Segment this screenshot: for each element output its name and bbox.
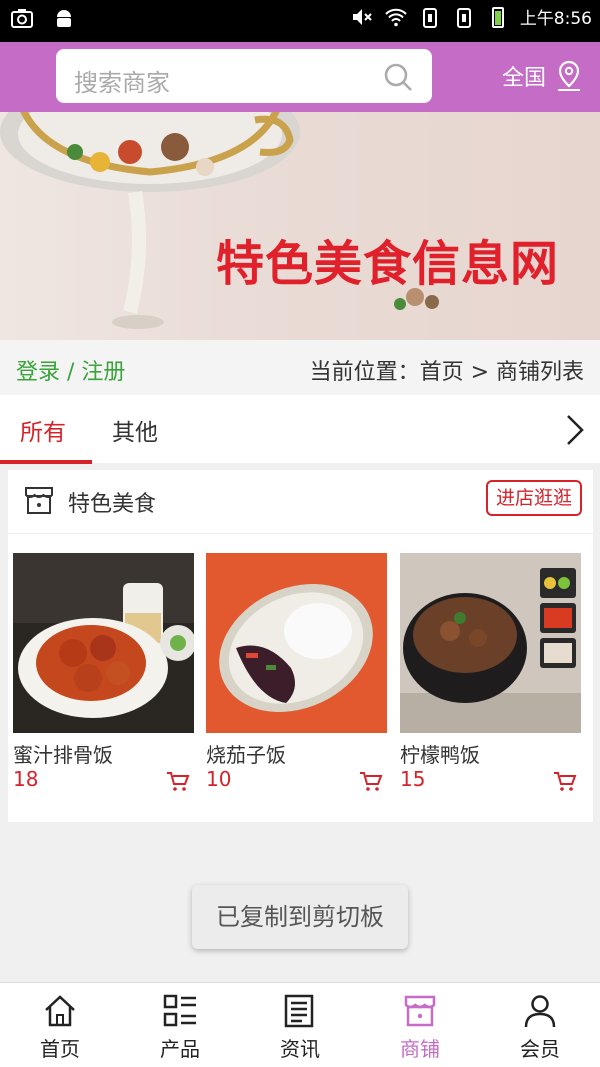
status-time: 上午8:56 bbox=[519, 9, 592, 29]
user-icon bbox=[524, 995, 556, 1028]
battery-icon bbox=[491, 6, 504, 28]
nav-label: 产品 bbox=[160, 1037, 200, 1061]
mute-icon bbox=[352, 8, 372, 25]
header: 搜索商家 全国 bbox=[0, 42, 600, 112]
search-input[interactable]: 搜索商家 bbox=[56, 49, 432, 103]
banner[interactable]: 特色美食信息网 bbox=[0, 112, 600, 340]
visit-shop-button[interactable]: 进店逛逛 bbox=[486, 480, 582, 516]
shop-name: 特色美食 bbox=[68, 492, 157, 517]
location-pin-icon bbox=[558, 60, 580, 91]
nav-products[interactable]: 产品 bbox=[120, 983, 240, 1067]
nav-member[interactable]: 会员 bbox=[480, 983, 600, 1067]
product-card[interactable]: 烧茄子饭 10 bbox=[206, 553, 387, 791]
cart-icon[interactable] bbox=[166, 769, 190, 793]
store-icon bbox=[25, 487, 53, 514]
product-card[interactable]: 蜜汁排骨饭 18 bbox=[13, 553, 194, 791]
shop-header: 特色美食 进店逛逛 bbox=[8, 470, 593, 534]
nav-home[interactable]: 首页 bbox=[0, 983, 120, 1067]
product-image[interactable] bbox=[13, 553, 194, 733]
product-name: 蜜汁排骨饭 bbox=[13, 743, 113, 767]
shop-card: 特色美食 进店逛逛 蜜汁排骨饭 18 烧茄子饭 10 柠檬鸭饭 15 bbox=[8, 470, 593, 822]
status-bar: 上午8:56 bbox=[0, 0, 600, 42]
nav-label: 商铺 bbox=[400, 1037, 440, 1061]
banner-title: 特色美食信息网 bbox=[216, 236, 560, 292]
search-icon[interactable] bbox=[382, 61, 414, 93]
active-tab-indicator bbox=[0, 460, 92, 464]
region-label: 全国 bbox=[501, 66, 546, 91]
nav-label: 首页 bbox=[40, 1037, 80, 1061]
product-image[interactable] bbox=[206, 553, 387, 733]
news-icon bbox=[284, 994, 314, 1028]
search-placeholder: 搜索商家 bbox=[74, 69, 170, 97]
region-selector[interactable]: 全国 bbox=[502, 60, 584, 92]
android-icon bbox=[57, 10, 71, 27]
nav-news[interactable]: 资讯 bbox=[240, 983, 360, 1067]
signal-icon bbox=[422, 7, 437, 28]
product-price: 15 bbox=[400, 767, 426, 791]
home-icon bbox=[45, 995, 75, 1027]
tab-other[interactable]: 其他 bbox=[112, 413, 158, 447]
product-price: 18 bbox=[13, 767, 39, 791]
nav-label: 会员 bbox=[520, 1037, 560, 1061]
cart-icon[interactable] bbox=[553, 769, 577, 793]
grid-list-icon bbox=[163, 994, 196, 1027]
cart-icon[interactable] bbox=[359, 769, 383, 793]
breadcrumb: 当前位置：首页 > 商铺列表 bbox=[309, 360, 584, 385]
bottom-nav: 首页 产品 资讯 商铺 会员 bbox=[0, 982, 600, 1067]
category-tabs: 所有 其他 bbox=[0, 395, 600, 463]
login-register-link[interactable]: 登录 / 注册 bbox=[16, 354, 125, 386]
product-image[interactable] bbox=[400, 553, 581, 733]
tab-all[interactable]: 所有 bbox=[20, 413, 66, 447]
product-card[interactable]: 柠檬鸭饭 15 bbox=[400, 553, 581, 791]
shop-icon bbox=[404, 995, 436, 1027]
location-bar: 登录 / 注册 当前位置：首页 > 商铺列表 bbox=[0, 340, 600, 395]
product-price: 10 bbox=[206, 767, 232, 791]
product-name: 柠檬鸭饭 bbox=[400, 743, 480, 767]
toast-message: 已复制到剪切板 bbox=[192, 885, 408, 949]
wifi-icon bbox=[385, 8, 407, 26]
product-name: 烧茄子饭 bbox=[206, 743, 286, 767]
camera-icon bbox=[11, 9, 33, 28]
nav-label: 资讯 bbox=[280, 1037, 320, 1061]
signal-icon bbox=[456, 7, 471, 28]
chevron-right-icon[interactable] bbox=[564, 413, 586, 447]
nav-shops[interactable]: 商铺 bbox=[360, 983, 480, 1067]
